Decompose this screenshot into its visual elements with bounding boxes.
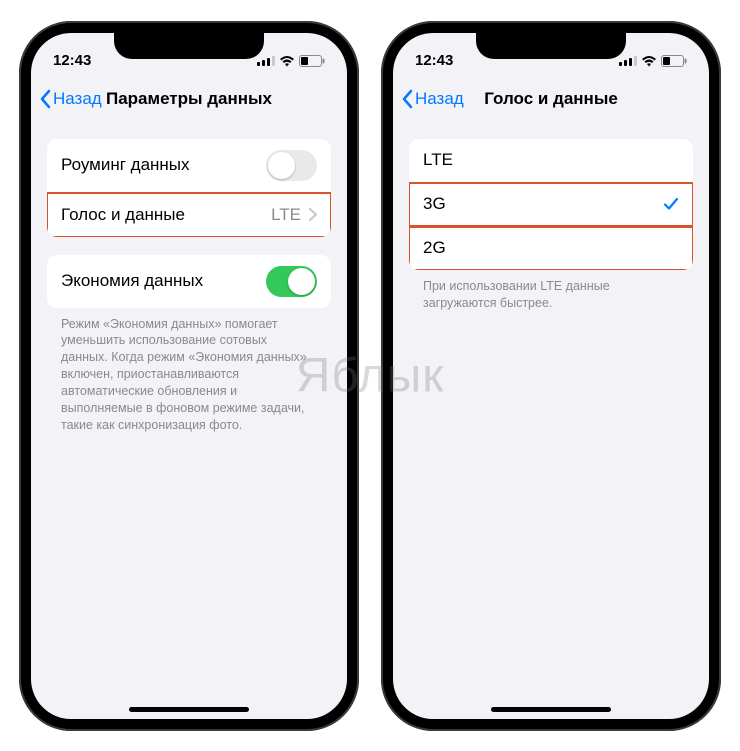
notch	[476, 33, 626, 59]
group-data-options: Роуминг данных Голос и данные LTE	[47, 139, 331, 237]
notch	[114, 33, 264, 59]
chevron-left-icon	[39, 89, 51, 109]
row-label: Голос и данные	[61, 205, 185, 225]
back-button[interactable]: Назад	[39, 89, 102, 109]
row-voice-and-data[interactable]: Голос и данные LTE	[47, 193, 331, 237]
option-lte[interactable]: LTE	[409, 139, 693, 183]
status-time: 12:43	[415, 52, 453, 69]
toggle-knob	[288, 268, 315, 295]
footer-text-low-data: Режим «Экономия данных» помогает уменьши…	[31, 316, 347, 434]
toggle-low-data-mode[interactable]	[266, 266, 317, 297]
group-network-options: LTE 3G 2G	[409, 139, 693, 271]
option-3g[interactable]: 3G	[409, 183, 693, 227]
screen-left: 12:43 Назад Параметры данных	[31, 33, 347, 719]
content: LTE 3G 2G При использовании LTE данные з…	[393, 121, 709, 312]
chevron-right-icon	[309, 208, 317, 221]
content: Роуминг данных Голос и данные LTE Эконом…	[31, 121, 347, 434]
footer-text-lte: При использовании LTE данные загружаются…	[393, 278, 709, 312]
nav-bar: Назад Параметры данных	[31, 77, 347, 121]
row-low-data-mode[interactable]: Экономия данных	[47, 255, 331, 308]
row-label: Роуминг данных	[61, 155, 190, 175]
row-label: Экономия данных	[61, 271, 203, 291]
back-label: Назад	[415, 89, 464, 109]
home-indicator[interactable]	[491, 707, 611, 712]
status-right	[257, 55, 325, 67]
row-value-container: LTE	[271, 205, 317, 225]
option-label: LTE	[423, 150, 453, 170]
option-label: 3G	[423, 194, 446, 214]
cellular-signal-icon	[619, 55, 637, 66]
wifi-icon	[641, 55, 657, 67]
row-value: LTE	[271, 205, 301, 225]
back-button[interactable]: Назад	[401, 89, 464, 109]
screen-right: 12:43 Назад Голос и данные	[393, 33, 709, 719]
back-label: Назад	[53, 89, 102, 109]
option-label: 2G	[423, 238, 446, 258]
phone-frame-right: 12:43 Назад Голос и данные	[381, 21, 721, 731]
wifi-icon	[279, 55, 295, 67]
toggle-knob	[268, 152, 295, 179]
status-right	[619, 55, 687, 67]
option-2g[interactable]: 2G	[409, 226, 693, 270]
checkmark-icon	[663, 196, 679, 212]
home-indicator[interactable]	[129, 707, 249, 712]
chevron-left-icon	[401, 89, 413, 109]
battery-icon	[661, 55, 687, 67]
nav-bar: Назад Голос и данные	[393, 77, 709, 121]
phone-frame-left: 12:43 Назад Параметры данных	[19, 21, 359, 731]
row-data-roaming[interactable]: Роуминг данных	[47, 139, 331, 193]
group-low-data: Экономия данных	[47, 255, 331, 308]
battery-icon	[299, 55, 325, 67]
toggle-data-roaming[interactable]	[266, 150, 317, 181]
cellular-signal-icon	[257, 55, 275, 66]
status-time: 12:43	[53, 52, 91, 69]
